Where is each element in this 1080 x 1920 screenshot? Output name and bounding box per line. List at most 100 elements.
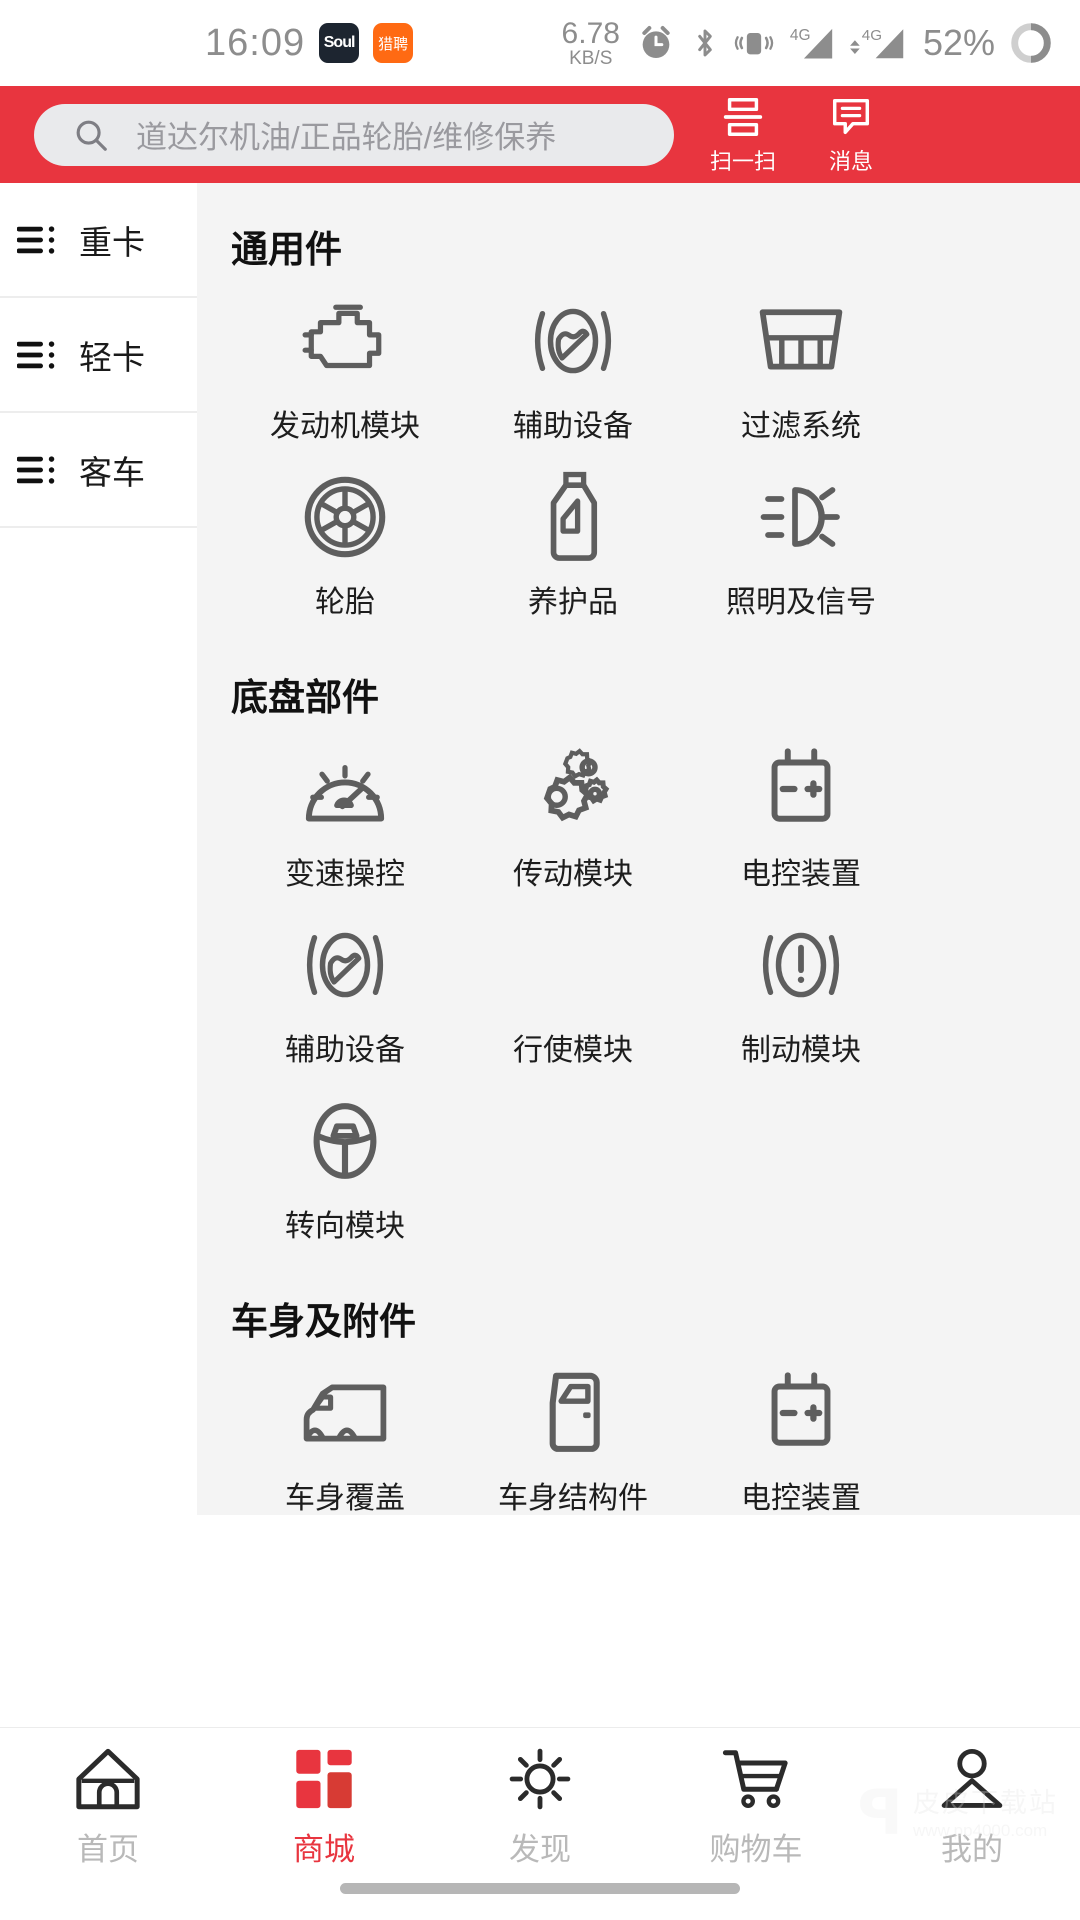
section-grid: 车身覆盖 车身结构件 电控装置: [231, 1351, 1080, 1515]
signal-4g-icon: 4G: [790, 27, 833, 59]
battery-icon: [753, 1365, 849, 1461]
tab-profile[interactable]: 我的: [864, 1744, 1080, 1869]
list-icon: [17, 455, 55, 484]
battery-percent: 52%: [922, 22, 995, 63]
category-item-label: 发动机模块: [270, 410, 420, 443]
category-item-auxiliary[interactable]: 辅助设备: [459, 279, 687, 455]
sidebar-empty-area: [0, 528, 197, 1860]
category-item-label: 车身覆盖: [285, 1482, 405, 1515]
category-item-filter[interactable]: 过滤系统: [687, 279, 915, 455]
network-speed: 6.78 KB/S: [562, 18, 620, 68]
category-item-label: 照明及信号: [726, 586, 876, 619]
tab-home[interactable]: 首页: [0, 1744, 216, 1869]
section-body-accessories: 车身及附件 车身覆盖 车身结构件 电控装置: [197, 1255, 1080, 1515]
status-bar: 16:09 Soul 猎聘 6.78 KB/S 4G 4G 52%: [0, 0, 1080, 86]
message-button[interactable]: 消息: [808, 94, 894, 176]
bottom-tab-bar: 首页 商城 发现 购物车 我的: [0, 1728, 1080, 1920]
category-item-electronic-control-2[interactable]: 电控装置: [687, 1351, 915, 1515]
home-indicator: [340, 1883, 740, 1894]
category-content[interactable]: 通用件 发动机模块 辅助设备 过滤系统 轮胎 养护品 照明及信号 底盘部件 变速…: [197, 183, 1080, 1515]
scan-button[interactable]: 扫一扫: [700, 94, 786, 176]
liepin-app-icon-label: 猎聘: [378, 35, 409, 53]
category-item-label: 传动模块: [513, 858, 633, 891]
category-item-label: 转向模块: [285, 1210, 405, 1243]
tab-label: 首页: [77, 1832, 139, 1867]
category-item-auxiliary-2[interactable]: 辅助设备: [231, 903, 459, 1079]
category-sidebar: 重卡 轻卡 客车: [0, 183, 197, 1860]
svg-text:4G: 4G: [862, 27, 882, 44]
filter-system-icon: [753, 293, 849, 389]
steering-wheel-icon: [297, 1093, 393, 1189]
status-time: 16:09: [205, 21, 306, 64]
search-input[interactable]: 道达尔机油/正品轮胎/维修保养: [34, 103, 674, 166]
category-item-electronic-control[interactable]: 电控装置: [687, 727, 915, 903]
scan-icon: [723, 97, 763, 136]
category-item-body-panel[interactable]: 车身覆盖: [231, 1351, 459, 1515]
headlight-icon: [753, 469, 849, 565]
category-item-label: 行使模块: [513, 1034, 633, 1067]
gears-icon: [525, 741, 621, 837]
category-item-label: 辅助设备: [285, 1034, 405, 1067]
soul-app-icon: Soul: [319, 23, 360, 63]
battery-ring-icon: [1011, 23, 1051, 63]
sidebar-item-light-truck[interactable]: 轻卡: [0, 298, 197, 413]
car-door-icon: [525, 1365, 621, 1461]
section-chassis-parts: 底盘部件 变速操控 传动模块 电控装置 辅助设备 行使模块 制动模块 转向模块: [197, 631, 1080, 1255]
discover-sun-icon: [509, 1748, 571, 1810]
speedometer-icon: [297, 741, 393, 837]
section-title: 底盘部件: [231, 677, 379, 718]
alarm-icon: [642, 26, 670, 58]
category-item-label: 电控装置: [741, 1482, 861, 1515]
auxiliary-equipment-icon: [297, 917, 393, 1013]
cart-icon: [722, 1750, 788, 1809]
scan-label: 扫一扫: [709, 148, 776, 174]
category-item-label: 变速操控: [285, 858, 405, 891]
search-icon: [76, 120, 107, 151]
tab-store[interactable]: 商城: [216, 1744, 432, 1869]
sidebar-item-heavy-truck[interactable]: 重卡: [0, 183, 197, 298]
message-label: 消息: [828, 148, 873, 174]
category-item-label: 电控装置: [741, 858, 861, 891]
category-item-maintenance[interactable]: 养护品: [459, 455, 687, 631]
tab-cart[interactable]: 购物车: [648, 1744, 864, 1869]
tab-discover[interactable]: 发现: [432, 1744, 648, 1869]
phone-screen: 16:09 Soul 猎聘 6.78 KB/S 4G 4G 52% 道达尔机油/…: [0, 0, 1080, 1920]
tab-label: 发现: [509, 1832, 571, 1867]
sidebar-item-bus[interactable]: 客车: [0, 413, 197, 528]
bluetooth-icon: [698, 29, 712, 57]
section-title: 车身及附件: [231, 1301, 416, 1342]
category-item-body-structure[interactable]: 车身结构件: [459, 1351, 687, 1515]
category-item-transmission-control[interactable]: 变速操控: [231, 727, 459, 903]
truck-body-icon: [297, 1365, 393, 1461]
category-item-driving-module[interactable]: 行使模块: [459, 903, 687, 1079]
profile-icon: [941, 1748, 1003, 1808]
search-placeholder: 道达尔机油/正品轮胎/维修保养: [136, 120, 557, 155]
list-icon: [17, 225, 55, 254]
tire-icon: [297, 469, 393, 565]
list-icon: [17, 340, 55, 369]
sidebar-item-label: 轻卡: [79, 338, 145, 376]
battery-icon: [753, 741, 849, 837]
category-item-drivetrain[interactable]: 传动模块: [459, 727, 687, 903]
brake-warning-icon: [753, 917, 849, 1013]
section-grid: 变速操控 传动模块 电控装置 辅助设备 行使模块 制动模块 转向模块: [231, 727, 1080, 1255]
category-item-label: 轮胎: [315, 586, 375, 619]
section-title: 通用件: [231, 229, 342, 270]
vibrate-icon: [734, 33, 774, 55]
category-item-lighting[interactable]: 照明及信号: [687, 455, 915, 631]
oil-bottle-icon: [525, 469, 621, 565]
category-item-brake-module[interactable]: 制动模块: [687, 903, 915, 1079]
signal-4g-data-icon: 4G: [850, 27, 904, 59]
status-bar-left: 16:09 Soul 猎聘: [0, 21, 414, 65]
auxiliary-equipment-icon: [525, 293, 621, 389]
category-item-label: 养护品: [528, 586, 618, 619]
missing-icon: [525, 917, 621, 1013]
category-item-tire[interactable]: 轮胎: [231, 455, 459, 631]
category-item-label: 车身结构件: [498, 1482, 648, 1515]
category-item-steering-module[interactable]: 转向模块: [231, 1079, 459, 1255]
category-item-engine[interactable]: 发动机模块: [231, 279, 459, 455]
category-item-label: 辅助设备: [513, 410, 633, 443]
section-grid: 发动机模块 辅助设备 过滤系统 轮胎 养护品 照明及信号: [231, 279, 1080, 631]
header-actions: 扫一扫 消息: [700, 94, 894, 176]
liepin-app-icon: 猎聘: [373, 23, 414, 63]
